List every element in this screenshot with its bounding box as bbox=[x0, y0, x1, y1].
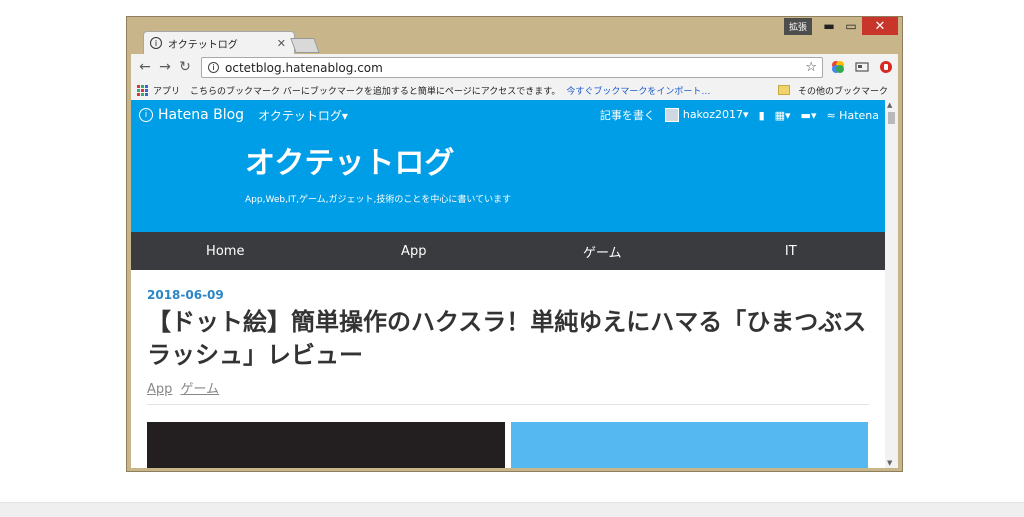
bookmark-icon[interactable]: ▮ bbox=[759, 109, 765, 122]
cast-icon[interactable] bbox=[855, 60, 869, 74]
hatena-blog-logo[interactable]: i Hatena Blog bbox=[139, 107, 244, 123]
window-controls: 拡張 ▬ ▭ ✕ bbox=[783, 17, 898, 35]
vertical-scrollbar[interactable]: ▲ ▼ bbox=[885, 100, 898, 468]
article-image-left bbox=[147, 422, 505, 468]
blog-header: オクテットログ App,Web,IT,ゲーム,ガジェット,技術のことを中心に書い… bbox=[131, 130, 885, 232]
apps-icon[interactable] bbox=[137, 85, 148, 96]
forward-button[interactable]: → bbox=[155, 59, 175, 75]
ime-indicator[interactable]: 拡張 bbox=[783, 17, 812, 35]
bookmark-star-icon[interactable]: ☆ bbox=[805, 60, 817, 75]
blog-description: App,Web,IT,ゲーム,ガジェット,技術のことを中心に書いています bbox=[245, 195, 512, 205]
browser-toolbar: ← → ↻ i octetblog.hatenablog.com ☆ bbox=[131, 54, 898, 80]
maximize-button[interactable]: ▭ bbox=[840, 17, 862, 35]
reload-button[interactable]: ↻ bbox=[175, 59, 195, 75]
notification-icon[interactable]: ▬▾ bbox=[801, 109, 817, 122]
folder-icon bbox=[777, 85, 790, 95]
color-extension-icon[interactable] bbox=[831, 60, 845, 74]
hatena-logo-icon: i bbox=[139, 108, 153, 122]
hatena-blog-logo-text: Hatena Blog bbox=[158, 107, 245, 123]
blog-menu-dropdown[interactable]: オクテットログ▾ bbox=[258, 107, 348, 124]
other-bookmarks-label: その他のブックマーク bbox=[797, 86, 888, 97]
favicon-icon: i bbox=[150, 37, 162, 49]
category-link[interactable]: App bbox=[147, 382, 172, 397]
bookmarks-bar: アプリ こちらのブックマーク バーにブックマークを追加すると簡単にページにアクセ… bbox=[131, 80, 898, 101]
apps-label[interactable]: アプリ bbox=[153, 84, 180, 97]
article-image-right bbox=[511, 422, 868, 468]
apps-grid-icon[interactable]: ▦▾ bbox=[775, 109, 791, 122]
nav-item-game[interactable]: ゲーム bbox=[508, 242, 697, 261]
bookmarks-hint: こちらのブックマーク バーにブックマークを追加すると簡単にページにアクセスできま… bbox=[190, 86, 561, 97]
category-link[interactable]: ゲーム bbox=[181, 382, 220, 397]
browser-tab[interactable]: i オクテットログ ✕ bbox=[143, 31, 295, 54]
blog-title[interactable]: オクテットログ bbox=[245, 138, 454, 182]
divider bbox=[147, 404, 869, 405]
article-title[interactable]: 【ドット絵】簡単操作のハクスラ！単純ゆえにハマる「ひまつぶスラッシュ」レビュー bbox=[147, 306, 867, 372]
nav-item-app[interactable]: App bbox=[320, 244, 509, 259]
other-bookmarks-button[interactable]: その他のブックマーク bbox=[777, 84, 888, 97]
page-viewport: i Hatena Blog オクテットログ▾ 記事を書く hakoz2017▾ … bbox=[131, 100, 885, 468]
article-date[interactable]: 2018-06-09 bbox=[147, 288, 224, 302]
hatena-global-header: i Hatena Blog オクテットログ▾ 記事を書く hakoz2017▾ … bbox=[131, 100, 885, 130]
new-tab-button[interactable] bbox=[290, 38, 320, 53]
url-text[interactable]: octetblog.hatenablog.com bbox=[225, 61, 805, 75]
article-categories: App ゲーム bbox=[147, 378, 223, 397]
avatar bbox=[664, 108, 679, 122]
hatena-header-actions: 記事を書く hakoz2017▾ ▮ ▦▾ ▬▾ ≈ Hatena bbox=[600, 100, 879, 130]
site-info-icon[interactable]: i bbox=[208, 62, 219, 73]
hatena-link[interactable]: ≈ Hatena bbox=[826, 109, 879, 122]
nav-item-home[interactable]: Home bbox=[131, 244, 320, 259]
scroll-up-icon[interactable]: ▲ bbox=[887, 101, 892, 109]
scroll-down-icon[interactable]: ▼ bbox=[887, 459, 892, 467]
import-bookmarks-link[interactable]: 今すぐブックマークをインポート… bbox=[566, 84, 710, 97]
scroll-thumb[interactable] bbox=[888, 112, 895, 124]
article-card: 2018-06-09 【ドット絵】簡単操作のハクスラ！単純ゆえにハマる「ひまつぶ… bbox=[131, 270, 885, 468]
back-button[interactable]: ← bbox=[135, 59, 155, 75]
address-bar[interactable]: i octetblog.hatenablog.com ☆ bbox=[201, 57, 823, 78]
user-name: hakoz2017▾ bbox=[682, 108, 749, 121]
global-nav: Home App ゲーム IT bbox=[131, 232, 885, 270]
close-window-button[interactable]: ✕ bbox=[862, 17, 898, 35]
minimize-button[interactable]: ▬ bbox=[818, 17, 840, 35]
nav-item-it[interactable]: IT bbox=[697, 244, 886, 259]
adblock-icon[interactable] bbox=[879, 60, 893, 74]
tab-close-icon[interactable]: ✕ bbox=[277, 37, 286, 50]
browser-window: 拡張 ▬ ▭ ✕ i オクテットログ ✕ ← → ↻ i octetblog.h… bbox=[126, 16, 903, 472]
write-article-link[interactable]: 記事を書く bbox=[600, 107, 655, 123]
user-menu[interactable]: hakoz2017▾ bbox=[664, 108, 749, 122]
tab-title: オクテットログ bbox=[168, 39, 238, 51]
horizontal-scrollbar[interactable] bbox=[0, 502, 1024, 517]
